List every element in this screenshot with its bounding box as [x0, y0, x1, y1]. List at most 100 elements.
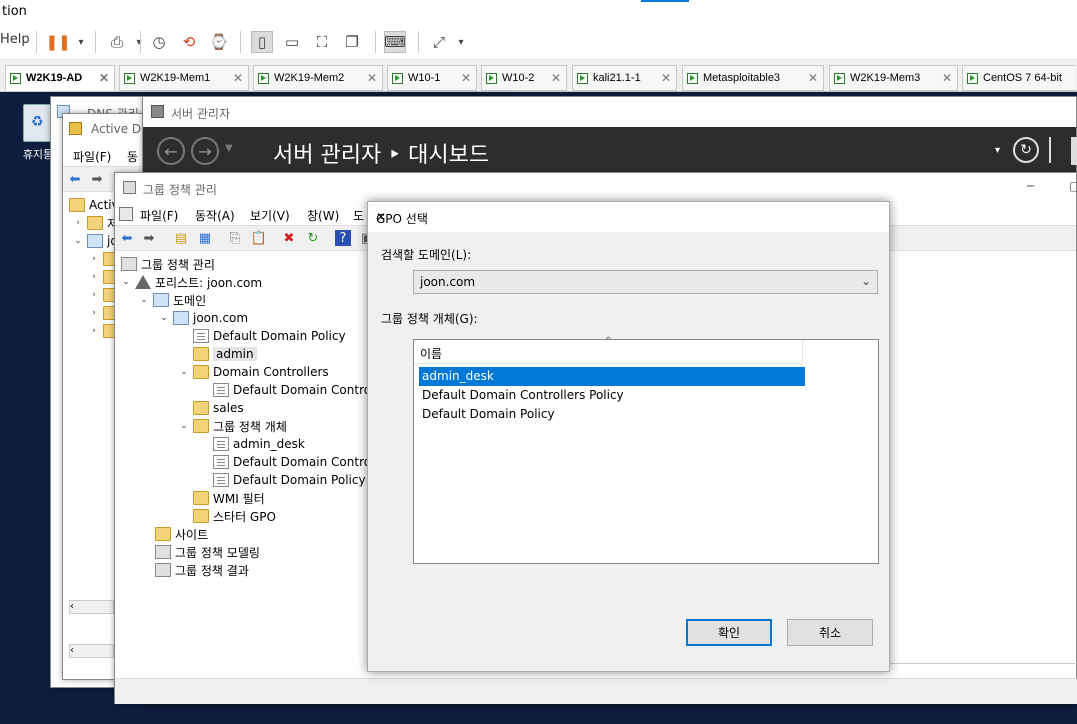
- gpm-menu-action[interactable]: 동작(A): [195, 207, 235, 224]
- up-folder-icon[interactable]: ▤: [173, 230, 189, 246]
- sidebar-toggle-icon[interactable]: ▯: [251, 31, 273, 53]
- ad-hscrollbar-2[interactable]: ‹: [69, 644, 114, 658]
- tree-ou-sales[interactable]: sales: [193, 399, 244, 417]
- gpm-menu-window[interactable]: 창(W): [307, 207, 339, 224]
- pause-icon[interactable]: ❚❚: [45, 31, 70, 53]
- close-icon[interactable]: ✕: [942, 71, 952, 85]
- refresh-icon[interactable]: ↻: [305, 230, 321, 246]
- tab-w2k19-ad[interactable]: W2K19-AD ✕: [5, 65, 115, 91]
- cancel-button[interactable]: 취소: [787, 619, 873, 646]
- ad-menu-action[interactable]: 동: [127, 148, 138, 165]
- delete-icon[interactable]: ✖: [281, 230, 297, 246]
- tab-w2k19-mem1[interactable]: W2K19-Mem1 ✕: [119, 65, 249, 91]
- send-keys-icon[interactable]: ⎙: [106, 31, 128, 53]
- collapse-icon[interactable]: ⌄: [73, 236, 83, 246]
- column-header-name[interactable]: 이름 ^: [414, 336, 803, 364]
- close-icon[interactable]: ✕: [367, 71, 377, 85]
- forward-icon[interactable]: ➡: [141, 230, 157, 246]
- tree-gpo-admin-desk[interactable]: admin_desk: [213, 435, 305, 453]
- gpm-menu-file[interactable]: 파일(F): [140, 207, 178, 224]
- console-icon[interactable]: ⌨: [384, 31, 406, 53]
- paste-icon[interactable]: 📋: [251, 230, 267, 246]
- copy-icon[interactable]: ⎘: [227, 230, 243, 246]
- collapse-icon[interactable]: ⌄: [121, 277, 131, 287]
- tree-default-domain-policy-link[interactable]: Default Domain Policy: [193, 327, 346, 345]
- collapse-icon[interactable]: ⌄: [139, 295, 149, 305]
- tab-w2k19-mem2[interactable]: W2K19-Mem2 ✕: [253, 65, 383, 91]
- gpo-list-item[interactable]: admin_desk: [419, 367, 805, 386]
- tree-gpo-default-domain-policy[interactable]: Default Domain Policy: [213, 471, 366, 489]
- gpm-menu-help[interactable]: 도: [353, 207, 364, 224]
- ad-menu-file[interactable]: 파일(F): [73, 148, 111, 165]
- stretch-dropdown-icon[interactable]: ▾: [450, 31, 472, 53]
- ad-tree-item[interactable]: › 저: [73, 214, 118, 232]
- revert-snapshot-icon[interactable]: ⟲: [178, 31, 200, 53]
- collapse-icon[interactable]: ⌄: [179, 367, 189, 377]
- ok-button[interactable]: 확인: [686, 619, 772, 646]
- tree-sites[interactable]: 사이트: [155, 525, 208, 543]
- tree-domain[interactable]: ⌄ joon.com: [159, 309, 248, 327]
- refresh-icon[interactable]: ↻: [1013, 137, 1039, 163]
- close-icon[interactable]: ✕: [661, 71, 671, 85]
- gpo-list-item[interactable]: Default Domain Controllers Policy: [419, 386, 805, 405]
- forward-icon[interactable]: ➡: [89, 171, 105, 187]
- thumbnail-icon[interactable]: ▭: [281, 31, 303, 53]
- send-keys-dropdown-icon[interactable]: ▾: [128, 31, 150, 53]
- gpm-system-icon[interactable]: [119, 207, 133, 221]
- tab-w10-1[interactable]: W10-1 ✕: [387, 65, 477, 91]
- tree-ou-admin[interactable]: admin: [193, 345, 257, 363]
- back-icon[interactable]: ←: [157, 137, 185, 165]
- close-icon[interactable]: ✕: [461, 71, 471, 85]
- gpo-list-item[interactable]: Default Domain Policy: [419, 405, 805, 424]
- tree-default-dc-policy-link[interactable]: Default Domain Controll: [213, 381, 378, 399]
- tab-centos7[interactable]: CentOS 7 64-bit: [962, 65, 1076, 91]
- tree-wmi-filters[interactable]: WMI 필터: [193, 489, 265, 507]
- tree-root[interactable]: 그룹 정책 관리: [121, 255, 215, 273]
- expand-icon[interactable]: ›: [89, 308, 99, 318]
- help-icon[interactable]: ?: [335, 230, 351, 246]
- tab-w10-2[interactable]: W10-2 ✕: [481, 65, 567, 91]
- close-icon[interactable]: ✕: [99, 71, 109, 85]
- tree-domain-controllers[interactable]: ⌄ Domain Controllers: [179, 363, 329, 381]
- help-menu[interactable]: Help: [0, 32, 30, 52]
- minimize-icon[interactable]: ─: [1027, 179, 1034, 193]
- expand-icon[interactable]: ›: [89, 272, 99, 282]
- tree-forest[interactable]: ⌄ 포리스트: joon.com: [121, 273, 262, 291]
- gpo-list[interactable]: 이름 ^ admin_desk Default Domain Controlle…: [413, 336, 879, 564]
- tree-gpo-dc-policy[interactable]: Default Domain Controll: [213, 453, 378, 471]
- tab-kali[interactable]: kali21.1-1 ✕: [572, 65, 677, 91]
- snapshot-icon[interactable]: ◷: [148, 31, 170, 53]
- back-icon[interactable]: ⬅: [67, 171, 83, 187]
- unity-icon[interactable]: ❐: [341, 31, 363, 53]
- tree-starter-gpo[interactable]: 스타터 GPO: [193, 507, 276, 525]
- ad-hscrollbar[interactable]: ‹: [69, 600, 114, 614]
- expand-icon[interactable]: ›: [89, 254, 99, 264]
- pause-dropdown-icon[interactable]: ▾: [70, 31, 92, 53]
- close-icon[interactable]: ✕: [233, 71, 243, 85]
- fullscreen-icon[interactable]: ⛶: [311, 31, 333, 53]
- collapse-icon[interactable]: ⌄: [179, 421, 189, 431]
- domain-select[interactable]: joon.com ⌄: [413, 270, 878, 294]
- expand-icon[interactable]: ›: [89, 290, 99, 300]
- ad-tree-root[interactable]: Activ: [69, 196, 119, 214]
- tab-metasploitable3[interactable]: Metasploitable3 ✕: [682, 65, 824, 91]
- manage-icon[interactable]: [1071, 137, 1077, 165]
- stretch-icon[interactable]: ⤢: [428, 31, 450, 53]
- show-hide-tree-icon[interactable]: ▦: [197, 230, 213, 246]
- gpm-menu-view[interactable]: 보기(V): [250, 207, 290, 224]
- expand-icon[interactable]: ›: [89, 326, 99, 336]
- maximize-icon[interactable]: ▢: [1069, 179, 1077, 193]
- close-icon[interactable]: ✕: [376, 210, 879, 224]
- nav-dropdown-icon[interactable]: ▼: [225, 143, 233, 154]
- forward-icon[interactable]: →: [191, 137, 219, 165]
- tree-gpo-objects[interactable]: ⌄ 그룹 정책 개체: [179, 417, 287, 435]
- close-icon[interactable]: ✕: [808, 71, 818, 85]
- ad-tree-item[interactable]: ⌄ jo: [73, 232, 118, 250]
- collapse-icon[interactable]: ⌄: [159, 313, 169, 323]
- tree-results[interactable]: 그룹 정책 결과: [155, 561, 249, 579]
- back-icon[interactable]: ⬅: [119, 230, 135, 246]
- tree-domains[interactable]: ⌄ 도메인: [139, 291, 206, 309]
- tree-modeling[interactable]: 그룹 정책 모델링: [155, 543, 260, 561]
- tab-w2k19-mem3[interactable]: W2K19-Mem3 ✕: [829, 65, 958, 91]
- chevron-down-icon[interactable]: ⌄: [861, 274, 871, 288]
